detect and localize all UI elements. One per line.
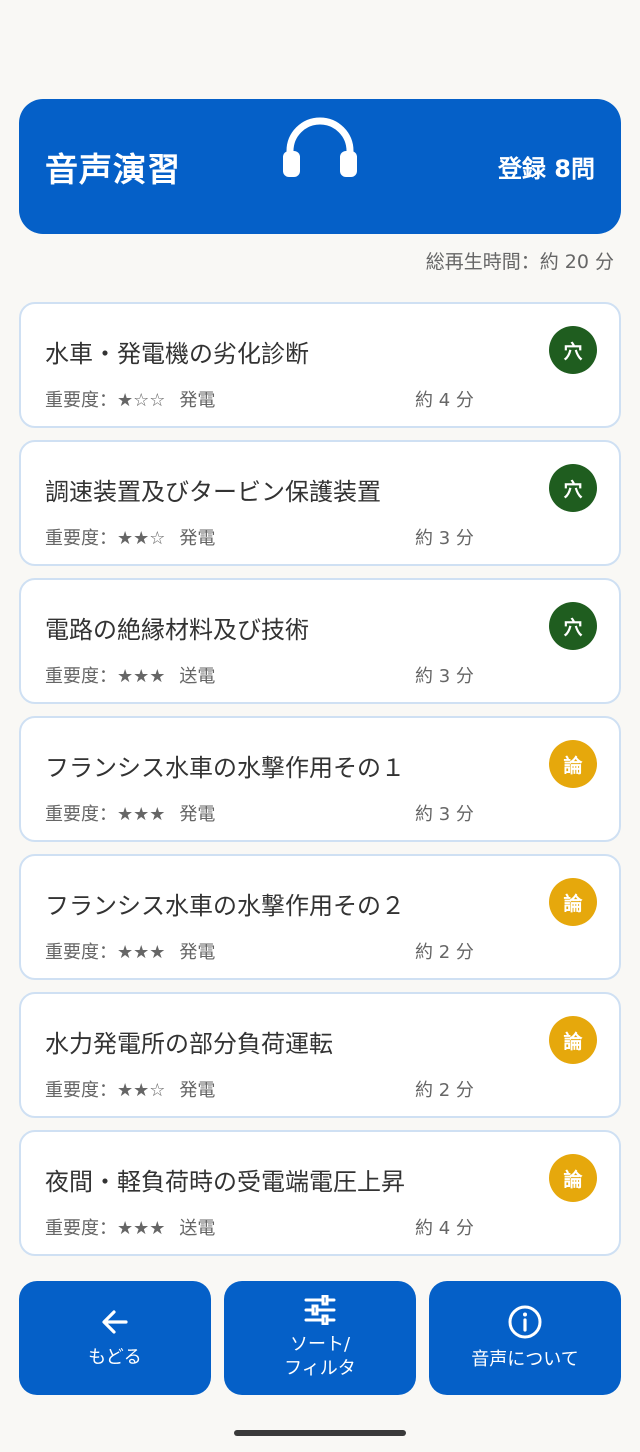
item-category: 送電: [179, 666, 216, 687]
info-icon: [508, 1305, 542, 1339]
item-category: 発電: [179, 942, 216, 963]
sort-filter-label-line2: フィルタ: [284, 1358, 356, 1379]
list-item[interactable]: 水力発電所の部分負荷運転 重要度：★★☆ 発電 約 2 分 論: [19, 992, 621, 1118]
back-button[interactable]: もどる: [19, 1281, 211, 1395]
sort-filter-label: ソート/ フィルタ: [284, 1333, 356, 1382]
list-item[interactable]: 電路の絶縁材料及び技術 重要度：★★★ 送電 約 3 分 穴: [19, 578, 621, 704]
list-item[interactable]: 夜間・軽負荷時の受電端電圧上昇 重要度：★★★ 送電 約 4 分 論: [19, 1130, 621, 1256]
type-badge: 論: [549, 740, 597, 788]
about-audio-button[interactable]: 音声について: [429, 1281, 621, 1395]
page-title: 音声演習: [45, 149, 181, 189]
registered-count: 登録 8問: [497, 155, 595, 183]
item-meta: 重要度：★☆☆ 発電: [45, 386, 215, 412]
audio-list: 水車・発電機の劣化診断 重要度：★☆☆ 発電 約 4 分 穴 調速装置及びタービン…: [19, 302, 621, 1268]
item-category: 発電: [179, 1080, 216, 1101]
arrow-left-icon: [102, 1310, 128, 1334]
item-importance: 重要度：★★★: [45, 1218, 166, 1239]
item-title: フランシス水車の水撃作用その１: [45, 754, 405, 782]
item-title: 水力発電所の部分負荷運転: [45, 1030, 333, 1058]
item-meta: 重要度：★★☆ 発電: [45, 1076, 215, 1102]
type-badge: 穴: [549, 464, 597, 512]
back-button-label: もどる: [88, 1346, 142, 1368]
item-category: 発電: [179, 804, 216, 825]
about-audio-label: 音声について: [471, 1348, 579, 1370]
item-duration: 約 2 分: [415, 942, 474, 963]
item-importance: 重要度：★★★: [45, 666, 166, 687]
item-category: 発電: [179, 390, 216, 411]
item-meta: 重要度：★★★ 発電: [45, 800, 215, 826]
sort-filter-label-line1: ソート/: [289, 1333, 351, 1355]
item-meta: 重要度：★★★ 送電: [45, 1214, 215, 1240]
item-duration: 約 3 分: [415, 804, 474, 825]
item-duration: 約 4 分: [415, 1218, 474, 1239]
item-duration: 約 4 分: [415, 390, 474, 411]
item-importance: 重要度：★☆☆: [45, 390, 166, 411]
total-playback-time: 総再生時間：約 20 分: [425, 251, 614, 273]
item-meta: 重要度：★★★ 発電: [45, 938, 215, 964]
home-indicator[interactable]: [234, 1430, 406, 1436]
item-importance: 重要度：★★☆: [45, 528, 166, 549]
item-meta: 重要度：★★☆ 発電: [45, 524, 215, 550]
type-badge: 論: [549, 1016, 597, 1064]
type-badge: 穴: [549, 326, 597, 374]
item-importance: 重要度：★★★: [45, 942, 166, 963]
type-badge: 論: [549, 1154, 597, 1202]
item-meta: 重要度：★★★ 送電: [45, 662, 215, 688]
item-category: 発電: [179, 528, 216, 549]
bottom-toolbar: もどる ソート/ フィルタ 音声について: [19, 1281, 621, 1395]
type-badge: 穴: [549, 602, 597, 650]
list-item[interactable]: 調速装置及びタービン保護装置 重要度：★★☆ 発電 約 3 分 穴: [19, 440, 621, 566]
item-duration: 約 3 分: [415, 528, 474, 549]
item-title: 水車・発電機の劣化診断: [45, 340, 309, 368]
list-item[interactable]: 水車・発電機の劣化診断 重要度：★☆☆ 発電 約 4 分 穴: [19, 302, 621, 428]
item-title: 調速装置及びタービン保護装置: [45, 478, 381, 506]
item-title: 夜間・軽負荷時の受電端電圧上昇: [45, 1168, 405, 1196]
item-title: 電路の絶縁材料及び技術: [45, 616, 309, 644]
list-item[interactable]: フランシス水車の水撃作用その１ 重要度：★★★ 発電 約 3 分 論: [19, 716, 621, 842]
list-item[interactable]: フランシス水車の水撃作用その２ 重要度：★★★ 発電 約 2 分 論: [19, 854, 621, 980]
item-importance: 重要度：★★☆: [45, 1080, 166, 1101]
item-duration: 約 2 分: [415, 1080, 474, 1101]
sort-filter-button[interactable]: ソート/ フィルタ: [224, 1281, 416, 1395]
item-category: 送電: [179, 1218, 216, 1239]
type-badge: 論: [549, 878, 597, 926]
headphones-icon: [283, 117, 357, 177]
item-importance: 重要度：★★★: [45, 804, 166, 825]
header-banner: 音声演習 登録 8問: [19, 99, 621, 234]
item-duration: 約 3 分: [415, 666, 474, 687]
item-title: フランシス水車の水撃作用その２: [45, 892, 405, 920]
tune-sliders-icon: [304, 1294, 336, 1325]
